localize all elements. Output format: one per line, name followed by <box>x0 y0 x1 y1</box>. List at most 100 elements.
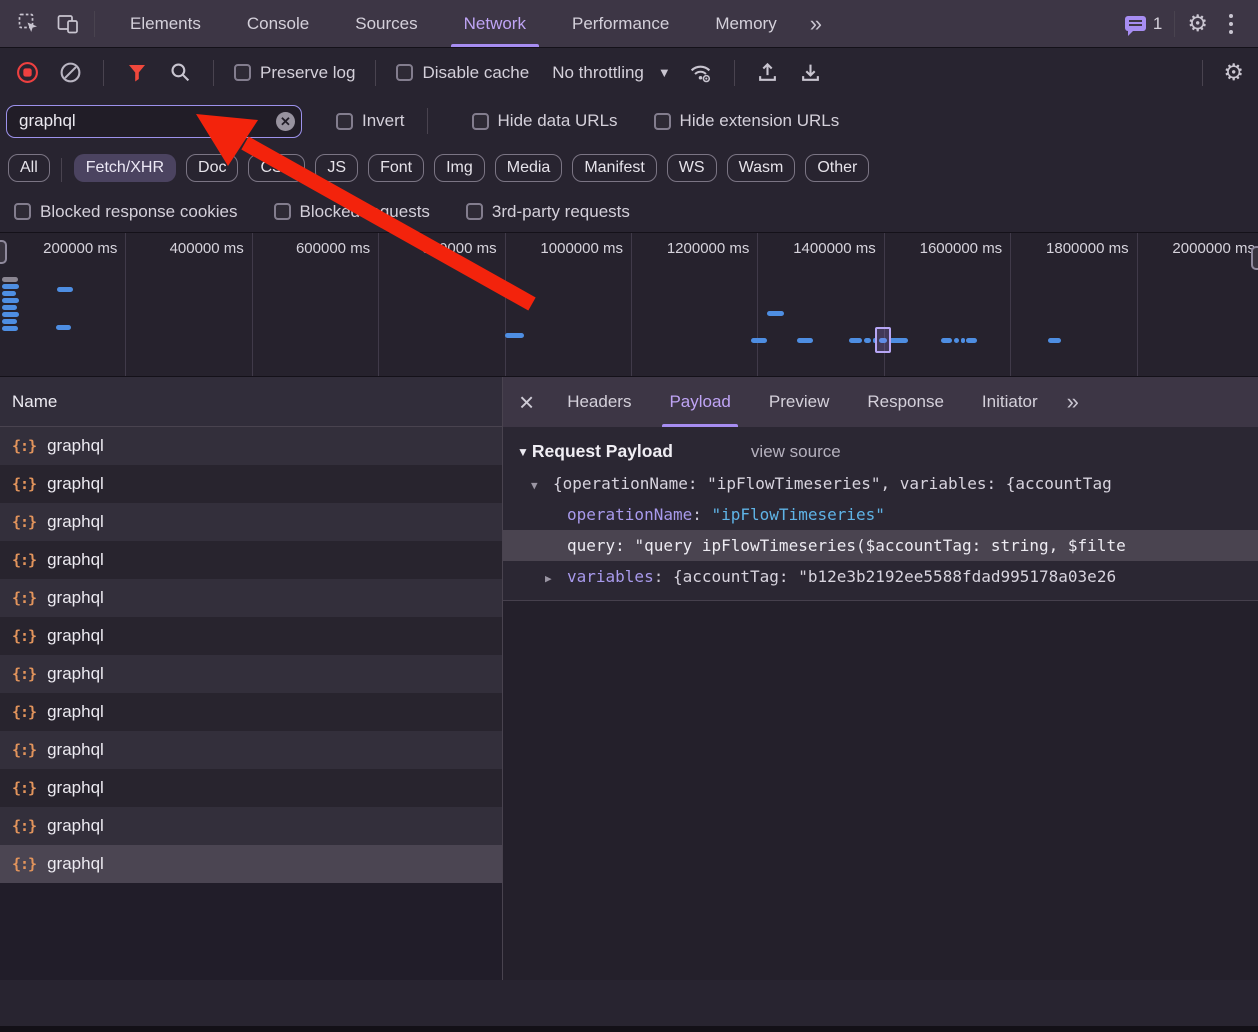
record-network-log-icon[interactable] <box>14 60 40 86</box>
payload-segment: {operationName: "ipFlowTimeseries", vari… <box>553 474 1112 493</box>
payload-line[interactable]: operationName: "ipFlowTimeseries" <box>503 499 1258 530</box>
request-name: graphql <box>47 588 104 608</box>
resource-type-chip[interactable]: Img <box>434 154 485 182</box>
extra-filter-checkbox[interactable] <box>466 203 483 220</box>
payload-line[interactable]: ▼{operationName: "ipFlowTimeseries", var… <box>503 468 1258 499</box>
resource-type-chip[interactable]: CSS <box>248 154 305 182</box>
details-tab[interactable]: Response <box>848 377 963 427</box>
export-har-icon[interactable] <box>798 60 824 86</box>
payload-section-title: Request Payload <box>532 441 673 462</box>
timeline-right-handle[interactable] <box>1251 246 1258 270</box>
network-toolbar: Preserve log Disable cache No throttling… <box>0 48 1258 97</box>
throttling-select[interactable]: No throttling ▼ <box>552 63 671 83</box>
message-count: 1 <box>1153 14 1162 34</box>
network-activity-bar <box>2 305 17 310</box>
network-activity-bar <box>864 338 871 343</box>
resource-type-chip[interactable]: All <box>8 154 50 182</box>
network-activity-bar <box>2 319 17 324</box>
json-braces-icon: {:} <box>12 475 36 493</box>
more-details-tabs-icon[interactable]: » <box>1057 391 1089 413</box>
network-overview-timeline[interactable]: 200000 ms 400000 ms 600000 ms 800000 ms … <box>0 233 1258 377</box>
extra-filter-toggle: 3rd-party requests <box>466 202 630 222</box>
payload-section-header[interactable]: ▼ Request Payload view source <box>503 427 1258 468</box>
resource-type-chips: All Fetch/XHR Doc CSS JS Font Img Media Manifest… <box>0 145 1258 191</box>
timeline-selection-marker[interactable] <box>875 327 891 353</box>
kebab-menu-icon[interactable] <box>1218 11 1244 37</box>
details-tab[interactable]: Initiator <box>963 377 1057 427</box>
close-details-icon[interactable]: × <box>509 389 548 415</box>
resource-type-chip[interactable]: Other <box>805 154 869 182</box>
request-name: graphql <box>47 816 104 836</box>
request-row[interactable]: {:} graphql <box>0 731 502 769</box>
request-row[interactable]: {:} graphql <box>0 541 502 579</box>
request-row[interactable]: {:} graphql <box>0 769 502 807</box>
extra-filter-checkbox[interactable] <box>274 203 291 220</box>
clear-filter-icon[interactable]: ✕ <box>276 112 295 131</box>
details-tab-strip: × HeadersPayloadPreviewResponseInitiator… <box>503 377 1258 427</box>
preserve-log-checkbox[interactable] <box>234 64 251 81</box>
request-row[interactable]: {:} graphql <box>0 503 502 541</box>
console-messages-badge[interactable]: 1 <box>1125 14 1162 34</box>
main-tab[interactable]: Elements <box>107 0 224 47</box>
filter-funnel-icon[interactable] <box>124 60 150 86</box>
resource-type-chip[interactable]: Font <box>368 154 424 182</box>
request-row[interactable]: {:} graphql <box>0 655 502 693</box>
request-name: graphql <box>47 702 104 722</box>
request-row[interactable]: {:} graphql <box>0 427 502 465</box>
import-har-icon[interactable] <box>755 60 781 86</box>
disclosure-triangle-icon[interactable]: ▶ <box>545 563 567 592</box>
resource-type-chip[interactable]: JS <box>315 154 358 182</box>
settings-gear-icon[interactable]: ⚙ <box>1187 12 1208 35</box>
main-tab[interactable]: Network <box>441 0 549 47</box>
main-tab[interactable]: Console <box>224 0 332 47</box>
resource-type-chip[interactable]: Fetch/XHR <box>74 154 176 182</box>
network-activity-bar <box>954 338 959 343</box>
network-conditions-icon[interactable] <box>688 60 714 86</box>
extra-filter-checkbox[interactable] <box>14 203 31 220</box>
payload-line[interactable]: query: "query ipFlowTimeseries($accountT… <box>503 530 1258 561</box>
divider <box>213 60 214 86</box>
request-row[interactable]: {:} graphql <box>0 579 502 617</box>
details-tab[interactable]: Preview <box>750 377 848 427</box>
chevron-down-icon: ▼ <box>658 65 671 80</box>
payload-line[interactable]: ▶variables: {accountTag: "b12e3b2192ee55… <box>503 561 1258 592</box>
payload-segment: variables <box>567 567 654 586</box>
search-icon[interactable] <box>167 60 193 86</box>
resource-type-chip[interactable]: WS <box>667 154 717 182</box>
details-tab[interactable]: Headers <box>548 377 650 427</box>
hide-data-urls-checkbox[interactable] <box>472 113 489 130</box>
inspect-element-icon[interactable] <box>14 10 42 38</box>
disable-cache-checkbox[interactable] <box>396 64 413 81</box>
disclosure-triangle-icon[interactable]: ▼ <box>531 470 553 499</box>
hide-extension-urls-checkbox[interactable] <box>654 113 671 130</box>
extra-filter-label: 3rd-party requests <box>492 202 630 222</box>
request-row[interactable]: {:} graphql <box>0 617 502 655</box>
section-disclosure-triangle-icon[interactable]: ▼ <box>517 445 529 459</box>
request-row[interactable]: {:} graphql <box>0 465 502 503</box>
request-row[interactable]: {:} graphql <box>0 807 502 845</box>
main-tab[interactable]: Performance <box>549 0 692 47</box>
request-row[interactable]: {:} graphql <box>0 693 502 731</box>
network-settings-gear-icon[interactable]: ⚙ <box>1223 61 1244 84</box>
details-tab[interactable]: Payload <box>650 377 749 427</box>
resource-type-chip[interactable]: Wasm <box>727 154 796 182</box>
hide-data-urls-toggle: Hide data URLs <box>472 111 618 131</box>
resource-type-chip[interactable]: Doc <box>186 154 238 182</box>
filter-input[interactable] <box>6 105 302 138</box>
resource-type-chip[interactable]: Media <box>495 154 563 182</box>
hide-extension-urls-label: Hide extension URLs <box>680 111 840 131</box>
network-activity-bar <box>889 338 908 343</box>
invert-checkbox[interactable] <box>336 113 353 130</box>
view-source-link[interactable]: view source <box>751 442 841 462</box>
timeline-left-handle[interactable] <box>0 240 7 264</box>
main-tab[interactable]: Memory <box>692 0 799 47</box>
device-toolbar-icon[interactable] <box>54 10 82 38</box>
filter-input-box: ✕ <box>6 105 302 138</box>
name-column-header[interactable]: Name <box>0 377 502 427</box>
resource-type-chip[interactable]: Manifest <box>572 154 656 182</box>
more-panels-icon[interactable]: » <box>800 13 832 35</box>
payload-segment: "ipFlowTimeseries" <box>712 505 885 524</box>
main-tab[interactable]: Sources <box>332 0 440 47</box>
request-row[interactable]: {:} graphql <box>0 845 502 883</box>
clear-network-log-icon[interactable] <box>57 60 83 86</box>
